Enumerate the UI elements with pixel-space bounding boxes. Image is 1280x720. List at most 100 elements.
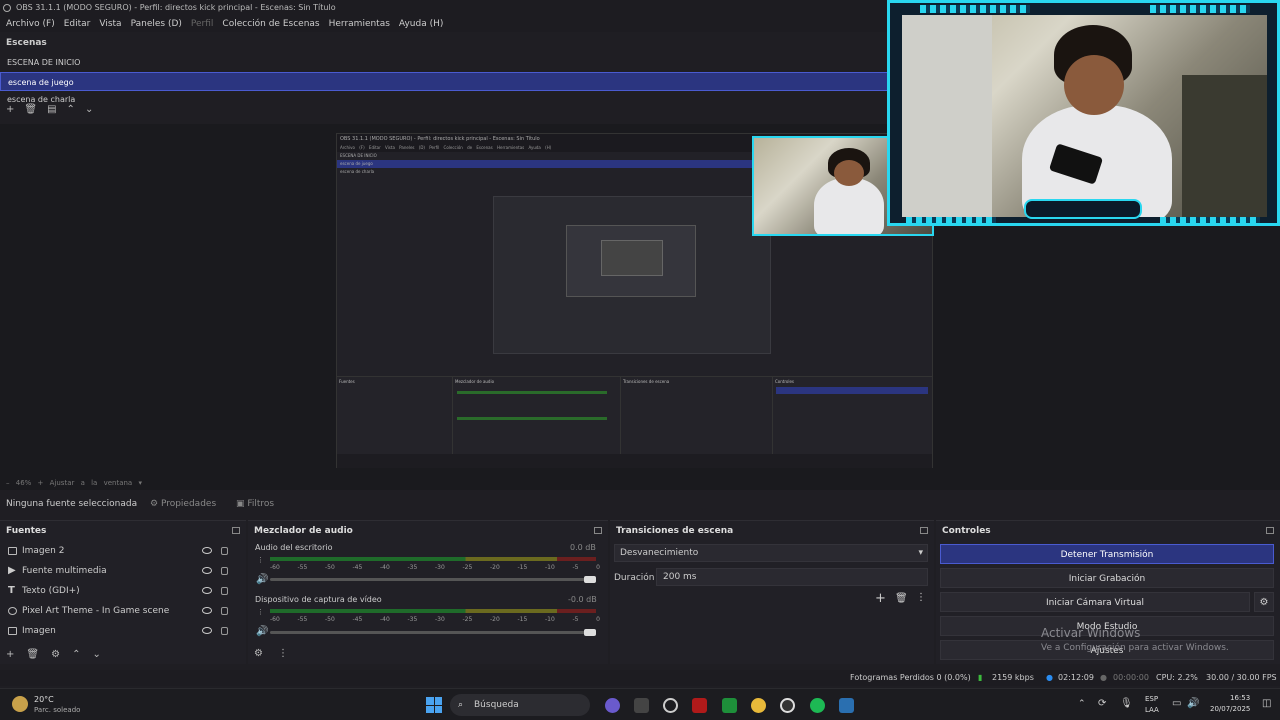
more-options-icon[interactable]: ⋮ [916, 592, 926, 603]
undock-icon[interactable] [594, 527, 602, 534]
volume-slider-knob[interactable] [584, 576, 596, 583]
nested-inner-capture-3 [601, 240, 663, 276]
search-icon: ⌕ [458, 700, 464, 710]
spotify-icon[interactable] [810, 698, 825, 713]
audio-mixer-dock: Mezclador de audio [248, 520, 608, 664]
lang-secondary[interactable]: LAA [1145, 706, 1159, 714]
app-icon[interactable] [692, 698, 707, 713]
filters-button[interactable]: ▣ Filtros [236, 494, 274, 514]
weather-desc: Parc. soleado [34, 706, 81, 714]
volume-slider-knob[interactable] [584, 629, 596, 636]
obs-logo-icon [3, 4, 11, 12]
text-icon: T [8, 585, 15, 596]
zoom-in-icon[interactable]: + [38, 479, 44, 487]
scene-item-selected[interactable]: escena de juego [0, 72, 890, 91]
undock-icon[interactable] [232, 527, 240, 534]
eye-icon[interactable] [202, 627, 212, 634]
scene-item[interactable]: escena de charla [0, 91, 890, 102]
eye-icon[interactable] [202, 567, 212, 574]
obs-icon[interactable] [780, 698, 795, 713]
menu-bar: Archivo (F) Editar Vista Paneles (D) Per… [0, 16, 890, 32]
move-down-icon[interactable]: ⌄ [85, 104, 93, 115]
sync-icon[interactable]: ⟳ [1098, 698, 1106, 709]
dropped-frames: Fotogramas Perdidos 0 (0.0%) [850, 673, 971, 682]
volume-slider[interactable] [270, 578, 596, 581]
source-row[interactable]: ▶ Fuente multimedia [0, 561, 246, 581]
menu-paneles[interactable]: Paneles (D) [131, 16, 182, 32]
move-down-icon[interactable]: ⌄ [92, 649, 100, 660]
speaker-icon[interactable]: 🔊 [256, 626, 268, 637]
notifications-icon[interactable]: ◫ [1262, 698, 1271, 709]
eye-icon[interactable] [202, 547, 212, 554]
stop-stream-button[interactable]: Detener Transmisión [940, 544, 1274, 564]
chevron-down-icon[interactable]: ▾ [138, 479, 142, 487]
fit-window-select[interactable]: Ajustar a la ventana [50, 479, 133, 487]
play-icon: ▶ [8, 565, 16, 576]
source-row[interactable]: T Texto (GDI+) [0, 581, 246, 601]
eye-icon[interactable] [202, 607, 212, 614]
channel-db: -0.0 dB [568, 595, 597, 604]
chrome-icon[interactable] [751, 698, 766, 713]
virtual-camera-gear-icon[interactable]: ⚙ [1254, 592, 1274, 612]
more-options-icon[interactable]: ⋮ [278, 648, 288, 659]
source-row[interactable]: Pixel Art Theme - In Game scene [0, 601, 246, 621]
gear-icon[interactable]: ⚙ [51, 649, 60, 660]
start-virtual-camera-button[interactable]: Iniciar Cámara Virtual [940, 592, 1250, 612]
network-icon[interactable]: ▭ [1172, 698, 1181, 709]
source-row[interactable]: Imagen [0, 621, 246, 641]
eye-icon[interactable] [202, 587, 212, 594]
undock-icon[interactable] [920, 527, 928, 534]
mixer-title: Mezclador de audio [254, 526, 353, 536]
app-icon[interactable] [634, 698, 649, 713]
weather-icon[interactable] [12, 696, 28, 712]
search-label: Búsqueda [474, 700, 519, 710]
menu-coleccion-escenas[interactable]: Colección de Escenas [222, 16, 319, 32]
lock-icon[interactable] [221, 627, 228, 635]
windows-start-icon[interactable] [426, 697, 442, 713]
clock-date[interactable]: 20/07/2025 [1210, 705, 1250, 713]
zoom-level: 46% [15, 479, 32, 487]
duration-spinbox[interactable]: 200 ms [656, 568, 928, 586]
transition-select[interactable]: Desvanecimiento ▾ [614, 544, 928, 562]
excel-icon[interactable] [722, 698, 737, 713]
source-row[interactable]: Imagen 2 [0, 541, 246, 561]
add-source-icon[interactable]: + [6, 649, 14, 660]
lang-primary[interactable]: ESP [1145, 695, 1158, 703]
nested-obs-capture: OBS 31.1.1 (MODO SEGURO) - Perfil: direc… [336, 133, 934, 468]
vscode-icon[interactable] [839, 698, 854, 713]
move-up-icon[interactable]: ⌃ [67, 104, 75, 115]
lock-icon[interactable] [221, 567, 228, 575]
zoom-out-icon[interactable]: – [6, 479, 10, 487]
add-scene-icon[interactable]: + [6, 104, 14, 115]
add-transition-icon[interactable]: + [875, 591, 886, 606]
menu-ayuda[interactable]: Ayuda (H) [399, 16, 443, 32]
trash-icon[interactable]: 🗑 [24, 104, 37, 115]
scene-item[interactable]: ESCENA DE INICIO [0, 53, 890, 72]
menu-archivo[interactable]: Archivo (F) [6, 16, 55, 32]
trash-icon[interactable]: 🗑 [26, 649, 39, 660]
source-name: Texto (GDI+) [22, 586, 80, 596]
properties-button[interactable]: ⚙ Propiedades [150, 494, 216, 514]
filter-icon[interactable]: ▤ [47, 104, 56, 115]
volume-icon[interactable]: 🔊 [1187, 698, 1199, 709]
move-up-icon[interactable]: ⌃ [72, 649, 80, 660]
clock-time[interactable]: 16:53 [1230, 694, 1250, 702]
menu-editar[interactable]: Editar [64, 16, 91, 32]
trash-icon[interactable]: 🗑 [895, 593, 908, 604]
start-recording-button[interactable]: Iniciar Grabación [940, 568, 1274, 588]
undock-icon[interactable] [1266, 527, 1274, 534]
chevron-up-icon[interactable]: ⌃ [1078, 699, 1086, 709]
menu-perfil[interactable]: Perfil [191, 16, 214, 32]
lock-icon[interactable] [221, 587, 228, 595]
menu-herramientas[interactable]: Herramientas [329, 16, 390, 32]
lock-icon[interactable] [221, 547, 228, 555]
volume-slider[interactable] [270, 631, 596, 634]
lock-icon[interactable] [221, 607, 228, 615]
mixer-settings-icon[interactable]: ⚙ [254, 648, 263, 659]
taskbar-search[interactable]: ⌕ Búsqueda [450, 694, 590, 716]
mic-icon[interactable]: 🎙 [1120, 698, 1133, 709]
discord-icon[interactable] [605, 698, 620, 713]
speaker-icon[interactable]: 🔊 [256, 574, 268, 585]
menu-vista[interactable]: Vista [99, 16, 121, 32]
app-icon[interactable] [663, 698, 678, 713]
